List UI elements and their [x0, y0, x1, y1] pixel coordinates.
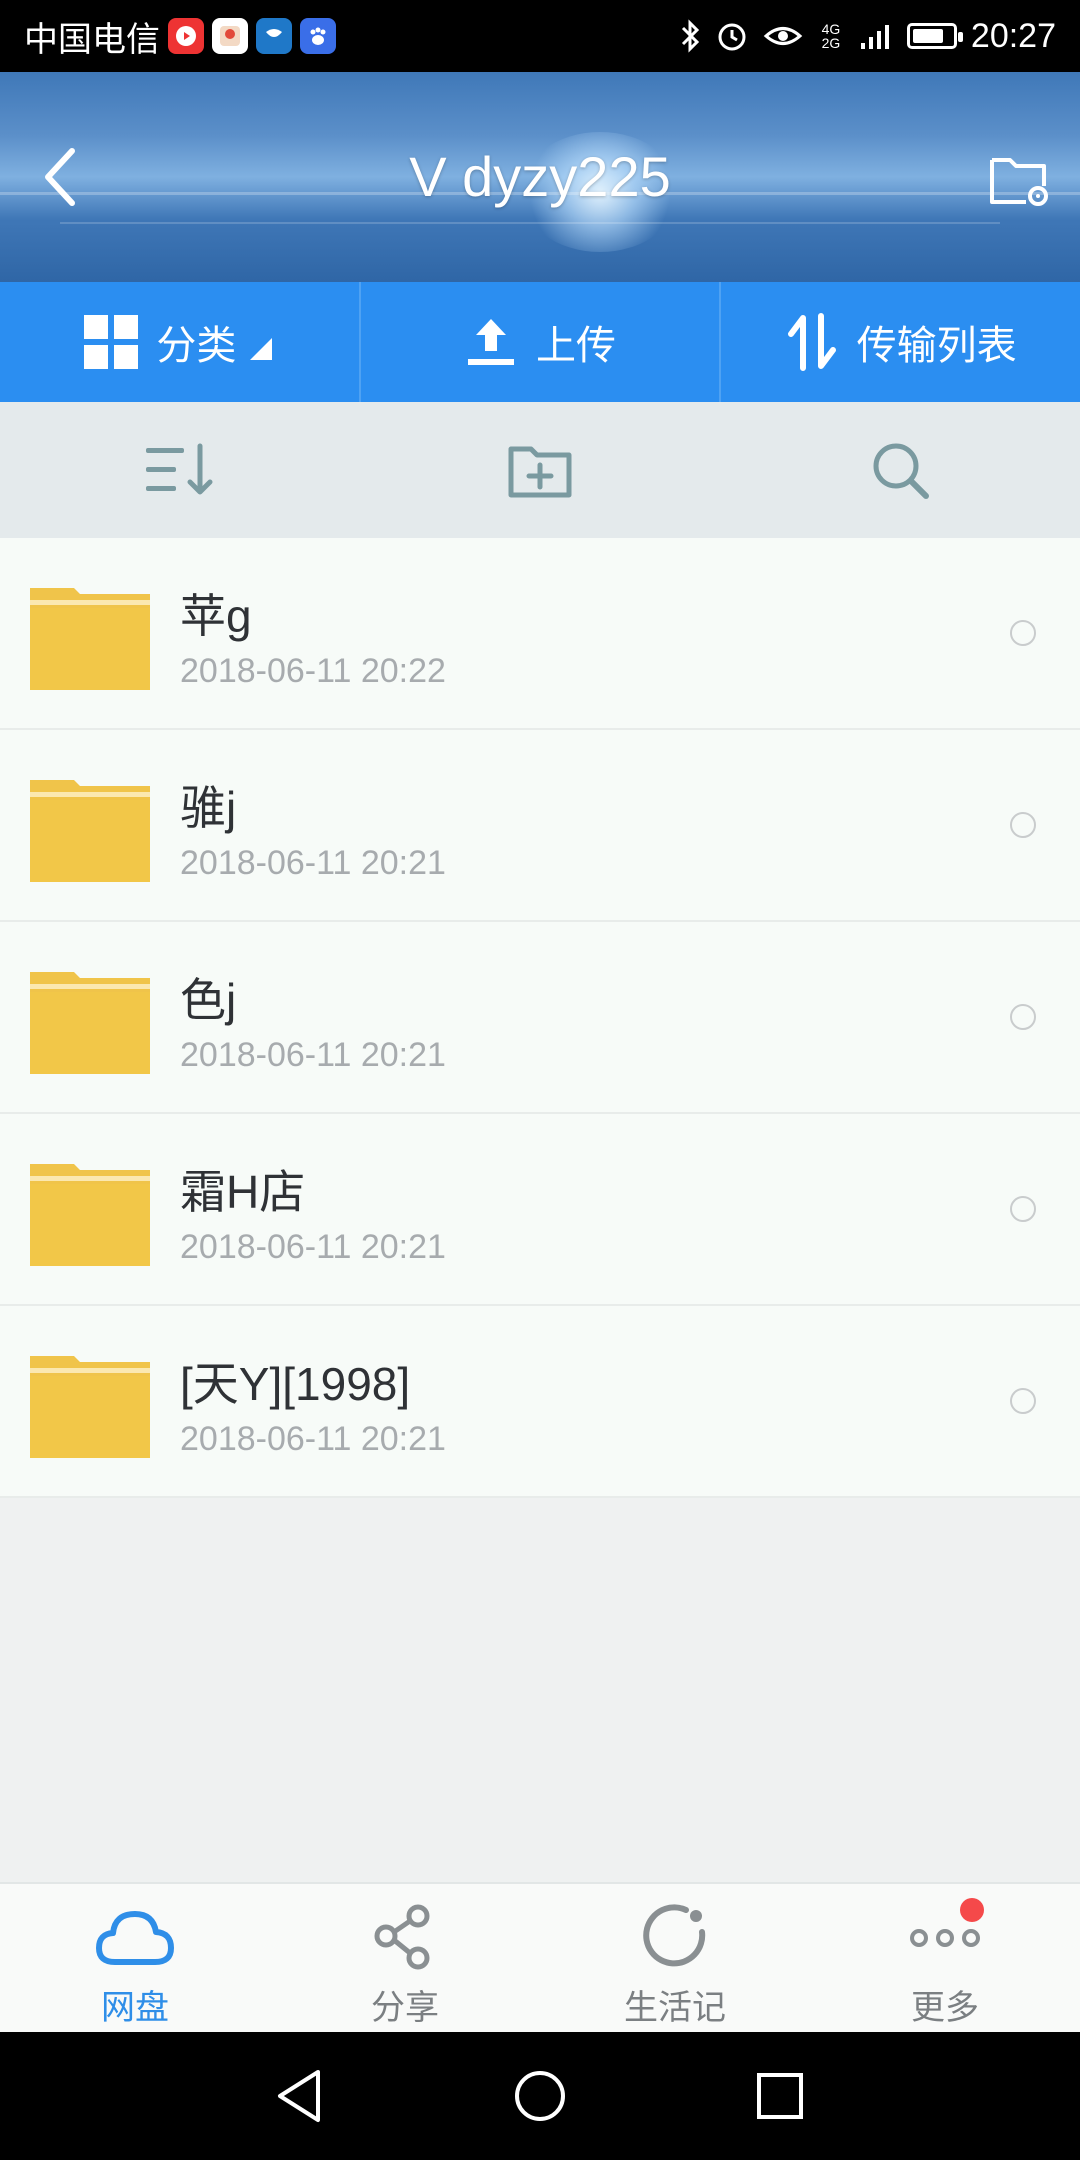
chat-app-icon [256, 18, 292, 54]
file-date: 2018-06-11 20:21 [180, 1036, 446, 1074]
carrier-label: 中国电信 [24, 19, 160, 60]
folder-settings-icon [990, 158, 1048, 206]
file-date: 2018-06-11 20:21 [180, 1420, 446, 1458]
transfer-icon [787, 313, 836, 371]
folder-icon [30, 972, 150, 1074]
folder-icon [30, 1356, 150, 1458]
status-bar: 中国电信 4G 2G 20:27 [0, 0, 1080, 72]
folder-icon [30, 780, 150, 882]
new-folder-icon [508, 446, 572, 498]
file-name: 苹g [180, 590, 252, 642]
search-icon [873, 443, 929, 499]
tab-label: 分享 [371, 1989, 439, 2027]
share-icon [374, 1904, 430, 1970]
transfer-list-label: 传输列表 [856, 324, 1017, 368]
wave-decoration [60, 222, 1000, 224]
cloud-icon [96, 1911, 174, 1965]
nav-recents-icon[interactable] [750, 2066, 810, 2126]
select-radio[interactable] [1010, 620, 1036, 646]
tab-moments[interactable]: 生活记 [540, 1884, 810, 2034]
eye-comfort-icon [763, 27, 803, 45]
bottom-tab-bar: 网盘 分享 生活记 更多 [0, 1882, 1080, 2034]
category-button[interactable]: 分类 [0, 282, 359, 402]
tab-more[interactable]: 更多 [810, 1884, 1080, 2034]
folder-icon [30, 588, 150, 690]
file-toolbar [0, 402, 1080, 539]
upload-icon [468, 319, 514, 365]
folder-settings-button[interactable] [986, 146, 1052, 212]
notification-badge [960, 1898, 984, 1922]
tab-label: 生活记 [624, 1989, 726, 2027]
transfer-list-button[interactable]: 传输列表 [719, 282, 1080, 402]
signal-icon [860, 25, 889, 49]
moment-icon [643, 1904, 706, 1967]
battery-icon [906, 23, 963, 49]
upload-button[interactable]: 上传 [358, 282, 720, 402]
page-title: V dyzy225 [409, 145, 671, 208]
alarm-icon [718, 23, 746, 51]
select-radio[interactable] [1010, 1004, 1036, 1030]
tab-share[interactable]: 分享 [270, 1884, 540, 2034]
baidu-app-icon [300, 18, 336, 54]
tab-label: 网盘 [101, 1989, 169, 2027]
list-item[interactable]: 骓j 2018-06-11 20:21 [0, 730, 1080, 922]
header-banner: V dyzy225 [0, 72, 1080, 282]
file-date: 2018-06-11 20:21 [180, 1228, 446, 1266]
search-button[interactable] [720, 402, 1080, 538]
nav-back-icon[interactable] [270, 2066, 330, 2126]
file-list: 苹g 2018-06-11 20:22 骓j 2018-06-11 20:21 … [0, 538, 1080, 1498]
network-label: 4G 2G [821, 21, 841, 51]
system-nav-bar [0, 2032, 1080, 2160]
list-item[interactable]: 色j 2018-06-11 20:21 [0, 922, 1080, 1114]
video-app-icon [168, 18, 204, 54]
tab-cloud-drive[interactable]: 网盘 [0, 1884, 270, 2034]
notification-icons [168, 18, 336, 54]
list-item[interactable]: [天Y][1998] 2018-06-11 20:21 [0, 1306, 1080, 1498]
bluetooth-icon [681, 19, 700, 53]
folder-icon [30, 1164, 150, 1266]
file-name: 霜H店 [180, 1166, 306, 1218]
action-bar: 分类 上传 传输列表 [0, 282, 1080, 402]
file-date: 2018-06-11 20:21 [180, 844, 446, 882]
file-name: 骓j [180, 782, 237, 834]
photo-app-icon [212, 18, 248, 54]
list-item[interactable]: 苹g 2018-06-11 20:22 [0, 538, 1080, 730]
battery-fill [912, 29, 944, 43]
list-item[interactable]: 霜H店 2018-06-11 20:21 [0, 1114, 1080, 1306]
sort-button[interactable] [0, 402, 360, 538]
new-folder-button[interactable] [360, 402, 720, 538]
category-label: 分类 [156, 324, 237, 368]
file-name: 色j [180, 974, 237, 1026]
upload-label: 上传 [536, 324, 616, 368]
sort-icon [146, 443, 213, 495]
clock: 20:27 [970, 16, 1056, 55]
dropdown-triangle-icon [250, 338, 273, 360]
file-name: [天Y][1998] [180, 1358, 411, 1410]
select-radio[interactable] [1010, 1388, 1036, 1414]
grid-icon [84, 315, 139, 369]
tab-label: 更多 [911, 1989, 979, 2027]
file-date: 2018-06-11 20:22 [180, 652, 446, 690]
select-radio[interactable] [1010, 812, 1036, 838]
select-radio[interactable] [1010, 1196, 1036, 1222]
nav-home-icon[interactable] [510, 2066, 570, 2126]
